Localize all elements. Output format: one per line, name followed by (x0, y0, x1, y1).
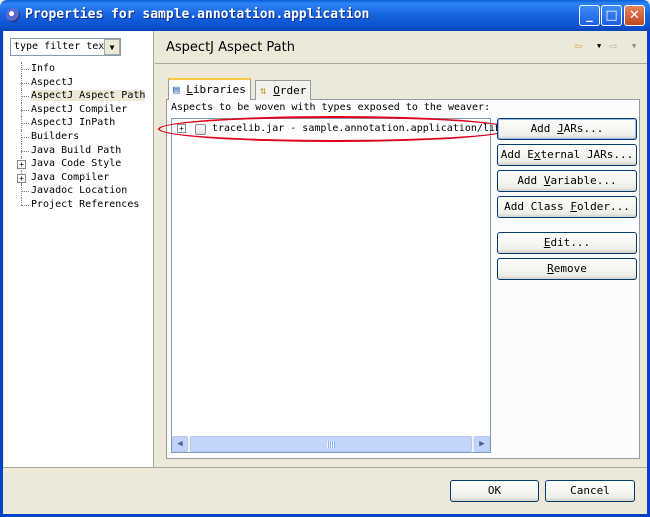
sidebar-item-java-build-path[interactable]: Java Build Path (14, 143, 150, 158)
scroll-left-icon[interactable]: ◀ (172, 436, 188, 452)
sidebar-item-label: Builders (31, 130, 80, 142)
sidebar-item-javadoc-location[interactable]: Javadoc Location (14, 184, 150, 198)
page-title: AspectJ Aspect Path (166, 40, 295, 55)
tab-label: rder (279, 84, 307, 97)
sidebar-item-label: Javadoc Location (31, 185, 128, 197)
scroll-right-icon[interactable]: ▶ (474, 436, 490, 452)
close-icon[interactable]: ✕ (624, 5, 645, 26)
add-class-folder-button[interactable]: Add Class Folder... (497, 196, 637, 218)
sidebar-item-project-references[interactable]: Project References (14, 197, 150, 212)
filter-dropdown-icon[interactable]: ▼ (104, 39, 120, 55)
sidebar-item-label: Java Compiler (31, 171, 110, 183)
scrollbar-thumb[interactable] (190, 436, 472, 452)
window-title: Properties for sample.annotation.applica… (25, 7, 370, 22)
expand-icon[interactable]: + (17, 160, 26, 170)
tab-label: ibraries (192, 83, 246, 96)
sidebar-item-info[interactable]: Info (14, 62, 150, 76)
sidebar-item-label: AspectJ InPath (31, 117, 116, 129)
sidebar-item-java-compiler[interactable]: + Java Compiler (14, 170, 150, 185)
expand-icon[interactable]: + (17, 173, 26, 183)
list-item-label: tracelib.jar - sample.annotation.applica… (212, 123, 501, 134)
expand-icon[interactable]: + (177, 124, 186, 133)
sidebar-item-label: AspectJ (31, 76, 74, 88)
add-jars-button[interactable]: Add JARs... (497, 118, 637, 140)
sidebar-item-label: AspectJ Compiler (31, 103, 128, 115)
sidebar-item-builders[interactable]: Builders (14, 129, 150, 144)
sidebar-item-label: Project References (31, 198, 140, 210)
sidebar-item-aspectj[interactable]: AspectJ (14, 75, 150, 90)
grip-icon (327, 441, 335, 448)
eclipse-icon (6, 8, 20, 22)
ok-button[interactable]: OK (450, 480, 539, 502)
sidebar-item-aspectj-compiler[interactable]: AspectJ Compiler (14, 102, 150, 117)
sidebar-item-label: Java Build Path (31, 144, 122, 156)
aspect-path-list[interactable]: + tracelib.jar - sample.annotation.appli… (171, 118, 501, 453)
tab-libraries[interactable]: ▤ Libraries (168, 78, 251, 100)
property-tree: Info AspectJ AspectJ Aspect Path AspectJ… (14, 62, 150, 212)
sidebar-item-label: Info (31, 63, 56, 74)
add-external-jars-button[interactable]: Add External JARs... (497, 144, 637, 166)
tab-order[interactable]: ⇅ Order (255, 80, 312, 100)
sidebar-item-label: Java Code Style (31, 158, 122, 170)
sidebar-item-aspectj-inpath[interactable]: AspectJ InPath (14, 116, 150, 130)
chevron-down-icon[interactable]: ▼ (597, 42, 601, 50)
sidebar-item-aspectj-aspect-path[interactable]: AspectJ Aspect Path (14, 89, 150, 103)
chevron-down-icon[interactable]: ▼ (632, 42, 636, 50)
add-variable-button[interactable]: Add Variable... (497, 170, 637, 192)
minimize-icon[interactable]: _ (579, 5, 600, 26)
divider (155, 63, 647, 64)
horizontal-scrollbar[interactable]: ◀ ▶ (172, 436, 490, 452)
list-description: Aspects to be woven with types exposed t… (171, 102, 491, 113)
cancel-button[interactable]: Cancel (545, 480, 635, 502)
back-arrow-icon[interactable]: ⇦ (574, 38, 582, 54)
jar-icon (195, 124, 206, 135)
sidebar-item-java-code-style[interactable]: + Java Code Style (14, 157, 150, 171)
books-icon: ▤ (173, 83, 180, 96)
forward-arrow-icon[interactable]: ⇨ (609, 38, 617, 54)
title-bar[interactable]: Properties for sample.annotation.applica… (0, 0, 650, 31)
sidebar-item-label: AspectJ Aspect Path (31, 90, 146, 102)
edit-button[interactable]: Edit... (497, 232, 637, 254)
remove-button[interactable]: Remove (497, 258, 637, 280)
divider (3, 467, 647, 468)
order-icon: ⇅ (260, 84, 267, 97)
maximize-icon[interactable]: □ (601, 5, 622, 26)
